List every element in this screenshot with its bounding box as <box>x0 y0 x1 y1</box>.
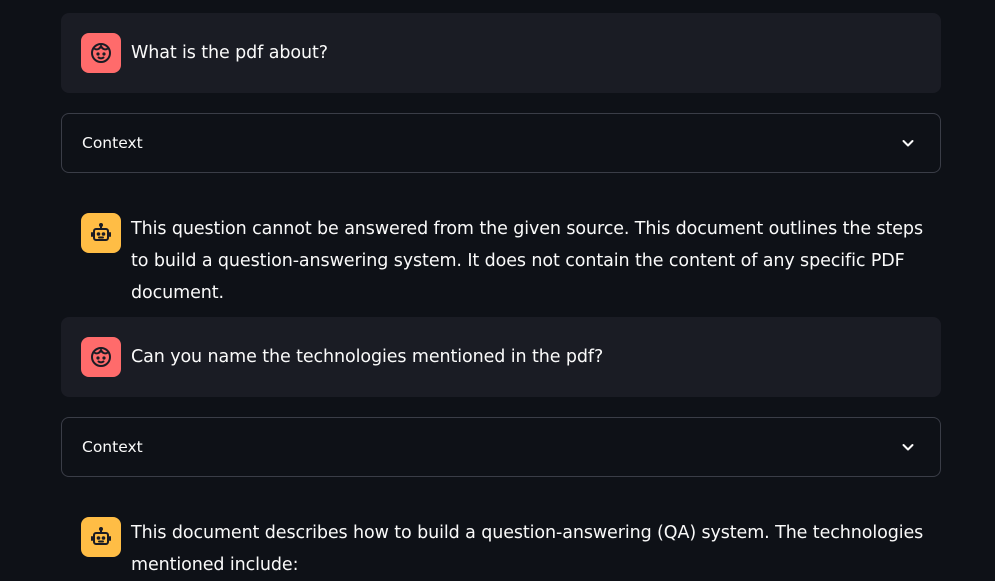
expander-label: Context <box>82 438 143 456</box>
user-avatar <box>81 33 121 73</box>
user-avatar <box>81 337 121 377</box>
message-text: Can you name the technologies mentioned … <box>131 347 604 367</box>
assistant-avatar <box>81 213 121 253</box>
robot-icon <box>91 527 111 545</box>
robot-icon <box>91 223 111 241</box>
chevron-down-icon <box>902 444 914 451</box>
assistant-message: This document describes how to build a q… <box>61 497 941 578</box>
message-text: What is the pdf about? <box>131 43 328 63</box>
user-message: What is the pdf about? <box>61 13 941 93</box>
assistant-message: This question cannot be answered from th… <box>61 193 941 303</box>
chevron-down-icon <box>902 140 914 147</box>
assistant-avatar <box>81 517 121 557</box>
user-message: Can you name the technologies mentioned … <box>61 317 941 397</box>
context-expander[interactable]: Context <box>61 417 941 477</box>
user-face-icon <box>91 347 111 367</box>
user-face-icon <box>91 43 111 63</box>
context-expander[interactable]: Context <box>61 113 941 173</box>
expander-label: Context <box>82 134 143 152</box>
message-text: This question cannot be answered from th… <box>131 219 923 303</box>
message-text: This document describes how to build a q… <box>131 523 924 575</box>
